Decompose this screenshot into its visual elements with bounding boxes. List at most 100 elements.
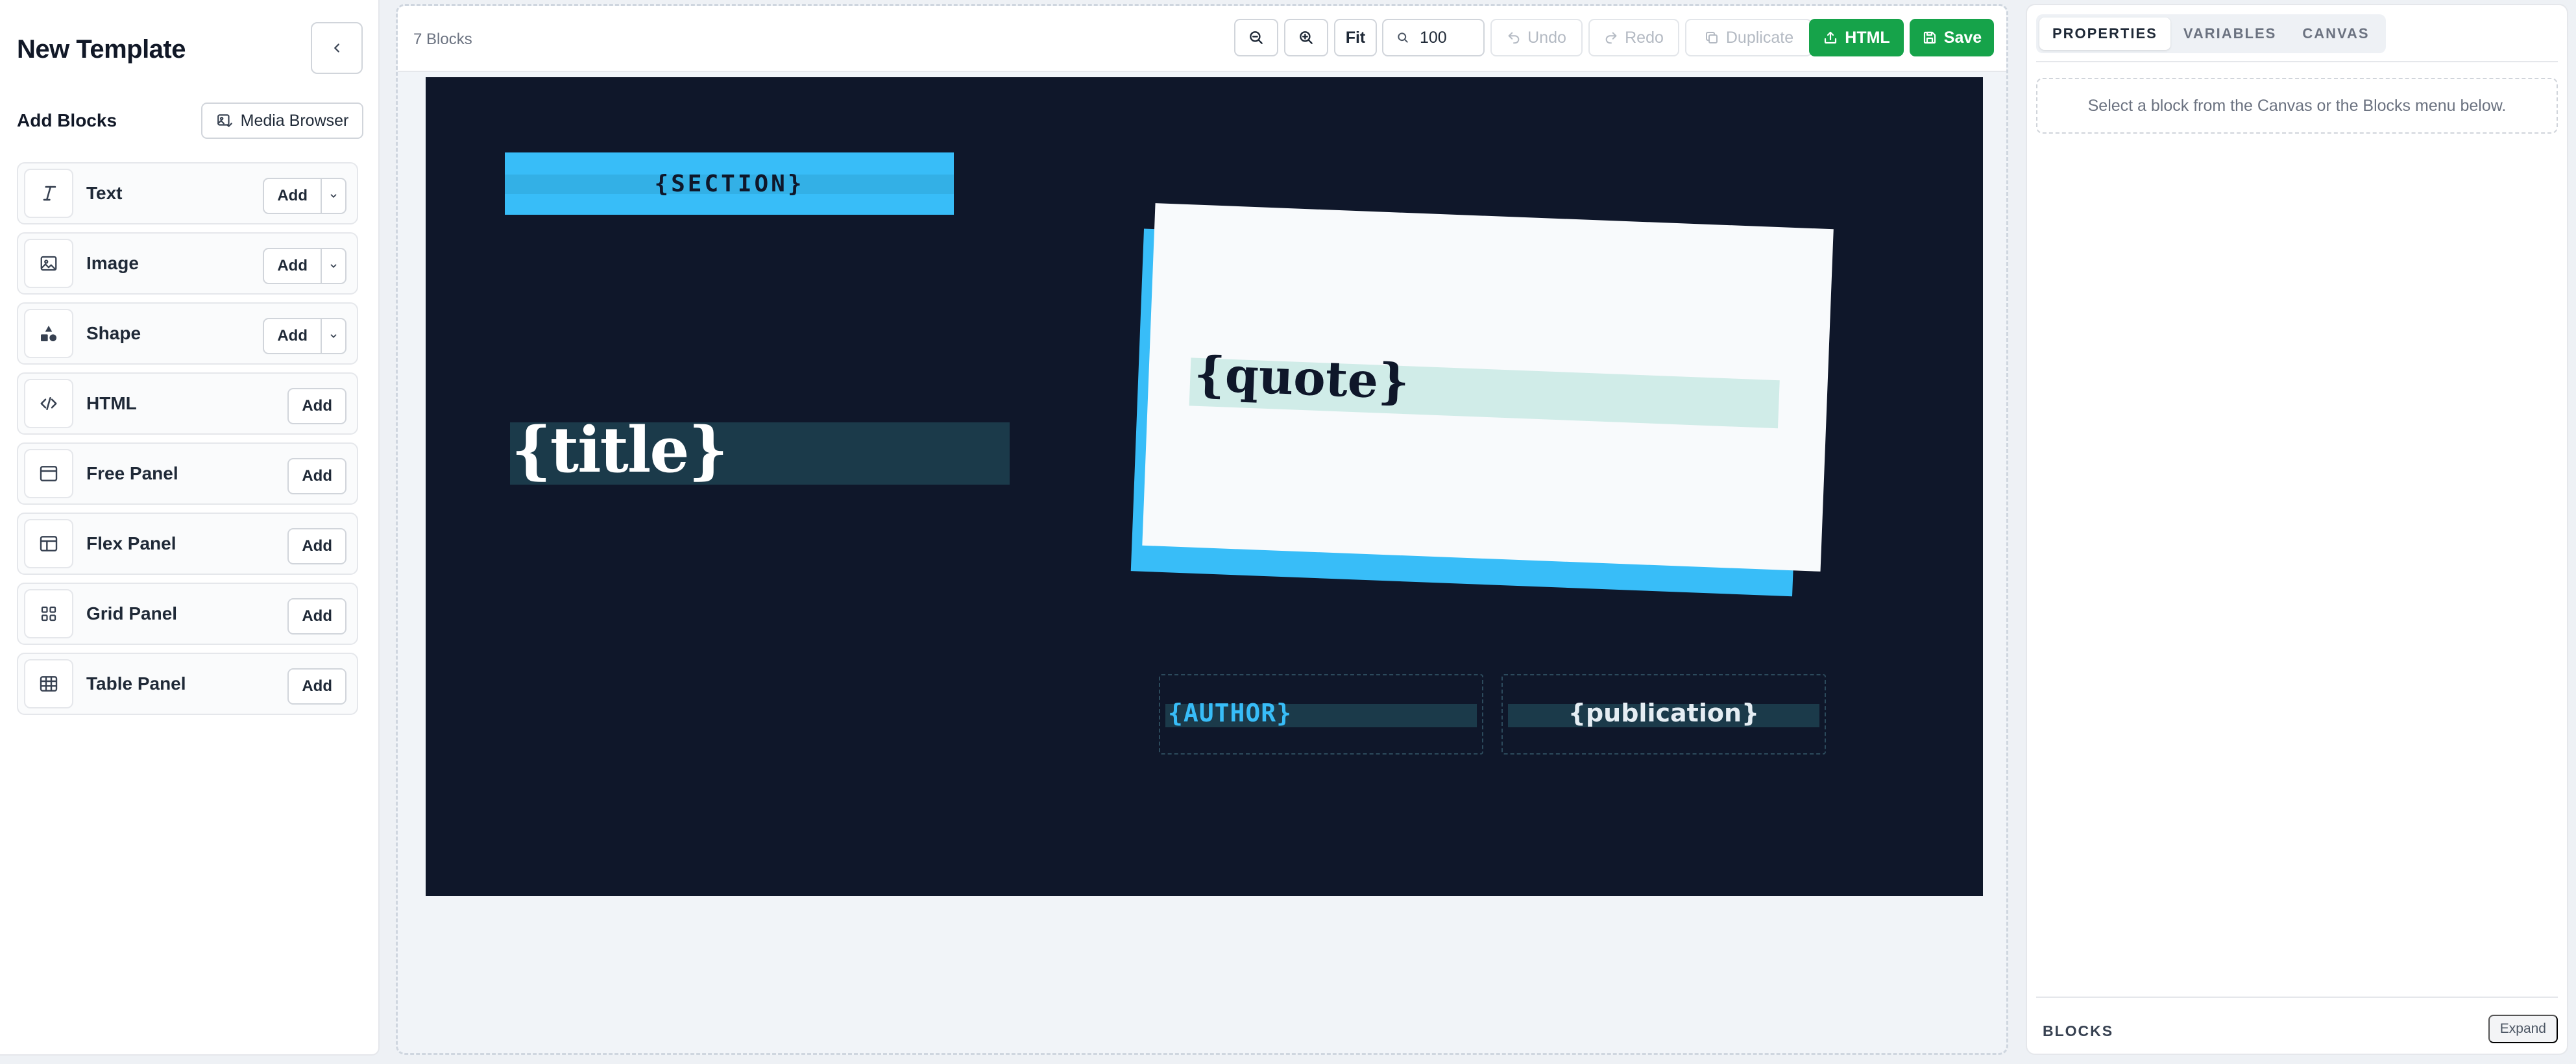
- undo-icon: [1508, 32, 1520, 44]
- add-text-button-group: Add: [263, 178, 346, 214]
- editor-toolbar: 7 Blocks Fit Undo Redo Duplicate HTML: [398, 6, 2006, 72]
- add-grid-panel-button[interactable]: Add: [289, 599, 345, 633]
- zoom-out-icon: [1250, 31, 1263, 44]
- chevron-down-icon: [330, 334, 337, 338]
- add-shape-menu-button[interactable]: [321, 319, 345, 353]
- add-image-button-group: Add: [263, 248, 346, 284]
- block-label: Image: [86, 253, 139, 273]
- table-icon: [24, 659, 73, 708]
- block-label: Text: [86, 183, 123, 203]
- panel-tabs: PROPERTIES VARIABLES CANVAS: [2036, 14, 2386, 53]
- text-icon: [24, 169, 73, 218]
- publication-block[interactable]: {publication}: [1501, 674, 1826, 755]
- search-icon: [1398, 32, 1408, 43]
- export-icon: [1825, 31, 1837, 44]
- add-flex-panel-button-group: Add: [287, 528, 346, 564]
- block-item-free-panel: Free Panel Add: [17, 442, 358, 505]
- block-count: 7 Blocks: [413, 30, 472, 48]
- zoom-out-button[interactable]: [1234, 19, 1278, 56]
- section-block[interactable]: {SECTION}: [505, 152, 954, 215]
- chevron-down-icon: [330, 194, 337, 198]
- block-item-shape: Shape Add: [17, 302, 358, 365]
- tab-variables[interactable]: VARIABLES: [2170, 18, 2290, 50]
- fit-label: Fit: [1345, 28, 1366, 47]
- media-browser-label: Media Browser: [240, 111, 349, 130]
- blocks-section-label: BLOCKS: [2043, 1022, 2114, 1039]
- save-icon: [1923, 31, 1936, 44]
- duplicate-icon: [1705, 32, 1718, 43]
- zoom-input[interactable]: [1420, 28, 1478, 47]
- shape-icon: [24, 309, 73, 358]
- block-item-grid-panel: Grid Panel Add: [17, 583, 358, 645]
- block-label: HTML: [86, 393, 137, 413]
- media-icon: [217, 114, 232, 127]
- block-item-table-panel: Table Panel Add: [17, 653, 358, 715]
- add-html-button[interactable]: Add: [289, 389, 345, 423]
- publication-text: {publication}: [1568, 699, 1760, 727]
- design-canvas[interactable]: {SECTION} {title} {quote} {AUTHOR} {publ…: [426, 77, 1983, 896]
- add-image-menu-button[interactable]: [321, 249, 345, 283]
- media-browser-button[interactable]: Media Browser: [201, 103, 363, 139]
- block-list: Text Add Image Add Shape Add HTML Add Fr…: [17, 162, 358, 723]
- grid-icon: [24, 589, 73, 638]
- add-shape-button[interactable]: Add: [264, 319, 321, 353]
- block-item-flex-panel: Flex Panel Add: [17, 513, 358, 575]
- duplicate-label: Duplicate: [1725, 28, 1794, 47]
- redo-icon: [1605, 32, 1617, 44]
- fit-button[interactable]: Fit: [1334, 19, 1377, 56]
- block-item-html: HTML Add: [17, 372, 358, 435]
- save-label: Save: [1943, 28, 1982, 47]
- html-label: HTML: [1845, 28, 1890, 47]
- add-grid-panel-button-group: Add: [287, 598, 346, 635]
- tabs-divider: [2036, 61, 2558, 62]
- export-html-button[interactable]: HTML: [1809, 19, 1904, 56]
- zoom-in-icon: [1300, 31, 1313, 44]
- block-label: Shape: [86, 323, 141, 343]
- add-text-menu-button[interactable]: [321, 179, 345, 213]
- collapse-sidebar-button[interactable]: [311, 22, 363, 74]
- tab-properties[interactable]: PROPERTIES: [2039, 18, 2170, 50]
- image-icon: [24, 239, 73, 288]
- redo-button[interactable]: Redo: [1588, 19, 1679, 56]
- zoom-field: [1382, 19, 1485, 56]
- quote-text: {quote}: [1193, 346, 1411, 411]
- empty-selection-hint: Select a block from the Canvas or the Bl…: [2036, 78, 2558, 134]
- add-shape-button-group: Add: [263, 318, 346, 354]
- editor-area: 7 Blocks Fit Undo Redo Duplicate HTML: [396, 4, 2008, 1055]
- redo-label: Redo: [1625, 28, 1664, 47]
- chevron-down-icon: [330, 264, 337, 268]
- block-label: Free Panel: [86, 463, 178, 483]
- add-blocks-heading: Add Blocks: [17, 110, 117, 130]
- tab-canvas[interactable]: CANVAS: [2289, 18, 2382, 50]
- add-image-button[interactable]: Add: [264, 249, 321, 283]
- title-block[interactable]: {title}: [511, 413, 728, 487]
- add-flex-panel-button[interactable]: Add: [289, 529, 345, 563]
- add-free-panel-button[interactable]: Add: [289, 459, 345, 493]
- add-table-panel-button[interactable]: Add: [289, 670, 345, 703]
- left-sidebar: New Template Add Blocks Media Browser Te…: [0, 0, 380, 1056]
- undo-button[interactable]: Undo: [1490, 19, 1583, 56]
- author-text: {AUTHOR}: [1168, 699, 1293, 727]
- duplicate-button[interactable]: Duplicate: [1685, 19, 1812, 56]
- window-icon: [24, 449, 73, 498]
- properties-panel: PROPERTIES VARIABLES CANVAS Select a blo…: [2026, 4, 2568, 1055]
- add-html-button-group: Add: [287, 388, 346, 424]
- quote-block[interactable]: {quote}: [1130, 203, 1834, 597]
- chevron-left-icon: [334, 43, 339, 53]
- zoom-in-button[interactable]: [1284, 19, 1328, 56]
- save-button[interactable]: Save: [1910, 19, 1994, 56]
- quote-card: {quote}: [1142, 203, 1834, 572]
- block-label: Flex Panel: [86, 533, 176, 553]
- block-label: Table Panel: [86, 673, 186, 694]
- add-table-panel-button-group: Add: [287, 668, 346, 705]
- block-item-image: Image Add: [17, 232, 358, 295]
- undo-label: Undo: [1527, 28, 1566, 47]
- block-item-text: Text Add: [17, 162, 358, 224]
- blocks-divider: [2036, 997, 2558, 998]
- expand-blocks-button[interactable]: Expand: [2488, 1015, 2558, 1043]
- author-block[interactable]: {AUTHOR}: [1159, 674, 1483, 755]
- layout-icon: [24, 519, 73, 568]
- block-label: Grid Panel: [86, 603, 178, 623]
- add-text-button[interactable]: Add: [264, 179, 321, 213]
- code-icon: [24, 379, 73, 428]
